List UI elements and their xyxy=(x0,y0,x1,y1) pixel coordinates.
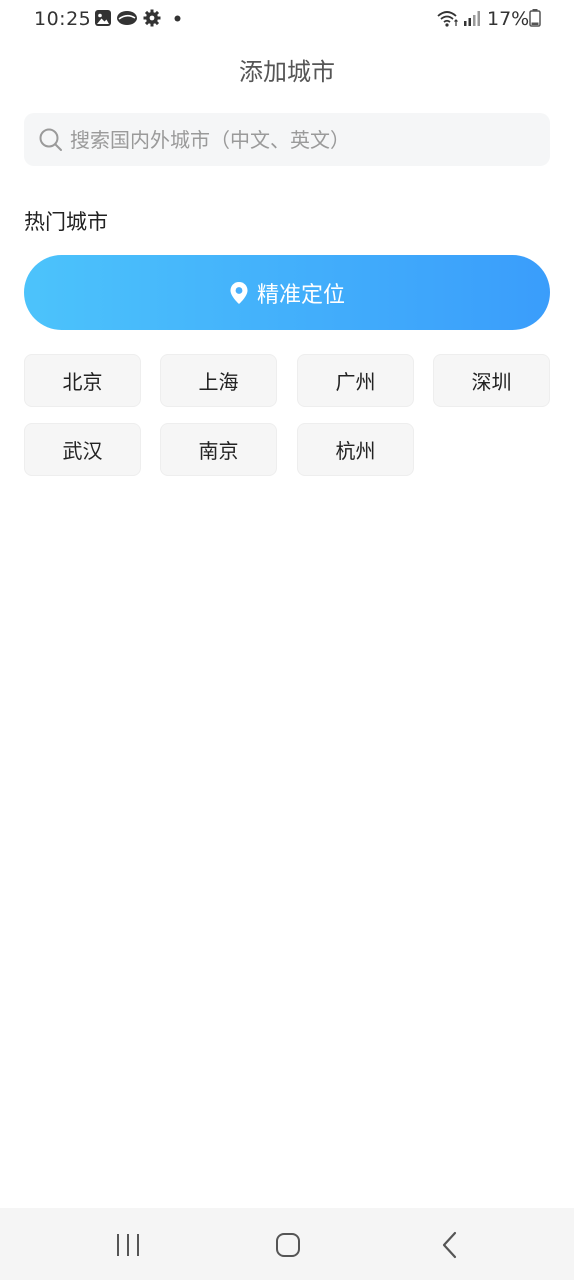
precise-location-button[interactable]: 精准定位 xyxy=(24,255,550,330)
city-chip-shanghai[interactable]: 上海 xyxy=(160,354,277,407)
system-nav-bar xyxy=(0,1208,574,1280)
precise-location-label: 精准定位 xyxy=(256,282,345,308)
city-chip-shenzhen[interactable]: 深圳 xyxy=(433,354,550,407)
search-icon xyxy=(39,128,62,151)
recent-apps-icon[interactable] xyxy=(108,1230,148,1260)
status-time: 10:25 xyxy=(34,8,92,30)
cloud-icon xyxy=(117,11,137,25)
wifi-icon xyxy=(437,11,458,27)
search-input[interactable] xyxy=(70,113,540,166)
location-pin-icon xyxy=(230,281,248,304)
city-chip-wuhan[interactable]: 武汉 xyxy=(24,423,141,476)
gallery-icon xyxy=(95,10,111,26)
status-bar: 10:25 17% xyxy=(0,0,574,38)
city-chip-nanjing[interactable]: 南京 xyxy=(160,423,277,476)
search-box[interactable] xyxy=(24,113,550,166)
city-chip-hangzhou[interactable]: 杭州 xyxy=(297,423,414,476)
back-icon[interactable] xyxy=(430,1230,470,1260)
city-chip-beijing[interactable]: 北京 xyxy=(24,354,141,407)
notification-dot-icon xyxy=(174,15,181,22)
settings-icon xyxy=(143,9,161,27)
signal-icon xyxy=(464,11,480,26)
page-title: 添加城市 xyxy=(239,58,335,86)
hot-cities-title: 热门城市 xyxy=(24,210,108,234)
city-chip-guangzhou[interactable]: 广州 xyxy=(297,354,414,407)
battery-icon xyxy=(529,9,541,27)
battery-percentage: 17% xyxy=(487,8,530,30)
home-icon[interactable] xyxy=(268,1230,308,1260)
